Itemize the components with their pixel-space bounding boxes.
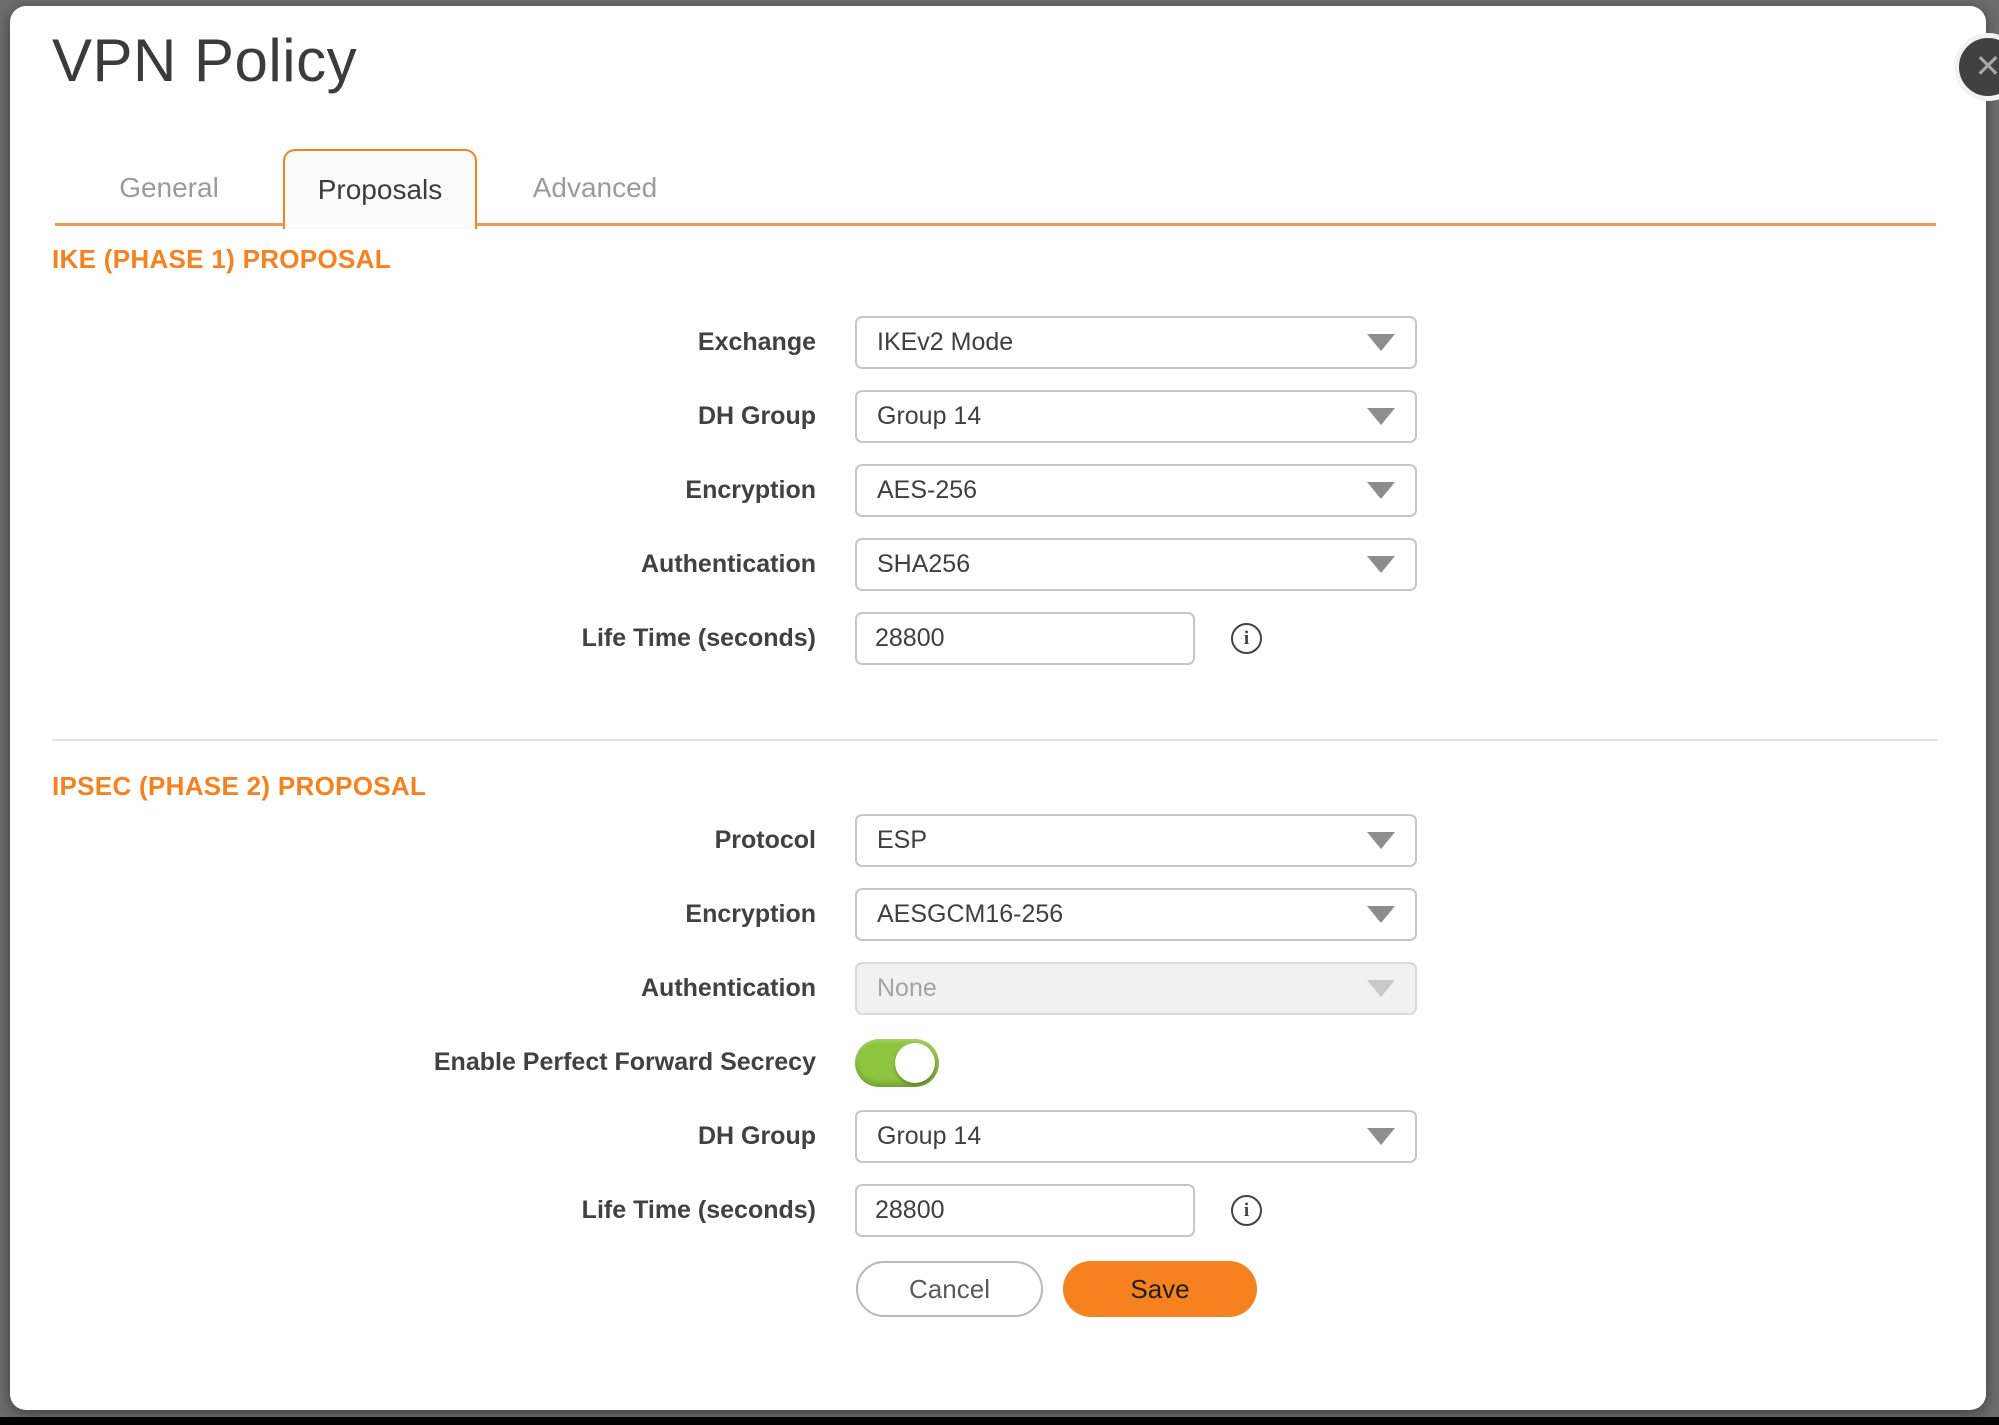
ipsec-encryption-select[interactable]: AESGCM16-256 (855, 888, 1417, 941)
close-icon: ✕ (1975, 50, 1999, 82)
authentication-select-value: SHA256 (877, 550, 1367, 579)
info-icon[interactable]: i (1231, 623, 1262, 654)
screen-backdrop: VPN Policy General Proposals Advanced IK… (0, 0, 1999, 1425)
ipsec-life-time-input[interactable] (855, 1184, 1195, 1237)
form-row-ipsec-dh-group: DH Group Group 14 (52, 1110, 1938, 1163)
section-heading-ipsec-phase2: IPSEC (PHASE 2) PROPOSAL (52, 771, 1938, 802)
chevron-down-icon (1367, 980, 1395, 997)
ipsec-life-time-label: Life Time (seconds) (52, 1196, 816, 1225)
tab-general[interactable]: General (55, 149, 283, 226)
dh-group-label: DH Group (52, 402, 816, 431)
dialog-title: VPN Policy (52, 26, 357, 95)
cancel-button[interactable]: Cancel (856, 1261, 1043, 1317)
protocol-select[interactable]: ESP (855, 814, 1417, 867)
dh-group-select[interactable]: Group 14 (855, 390, 1417, 443)
vpn-policy-dialog: VPN Policy General Proposals Advanced IK… (10, 6, 1986, 1410)
tab-proposals-label: Proposals (318, 174, 443, 206)
section-divider (52, 739, 1938, 741)
authentication-label: Authentication (52, 550, 816, 579)
chevron-down-icon (1367, 906, 1395, 923)
tab-advanced[interactable]: Advanced (477, 149, 713, 226)
form-row-pfs: Enable Perfect Forward Secrecy (52, 1036, 1938, 1089)
authentication-select[interactable]: SHA256 (855, 538, 1417, 591)
tab-proposals[interactable]: Proposals (283, 149, 477, 229)
protocol-label: Protocol (52, 826, 816, 855)
dh-group-select-value: Group 14 (877, 402, 1367, 431)
save-button[interactable]: Save (1063, 1261, 1257, 1317)
chevron-down-icon (1367, 832, 1395, 849)
chevron-down-icon (1367, 1128, 1395, 1145)
form-row-protocol: Protocol ESP (52, 814, 1938, 867)
ipsec-dh-group-select-value: Group 14 (877, 1122, 1367, 1151)
tab-advanced-label: Advanced (533, 172, 658, 204)
ipsec-dh-group-select[interactable]: Group 14 (855, 1110, 1417, 1163)
chevron-down-icon (1367, 408, 1395, 425)
ipsec-authentication-select: None (855, 962, 1417, 1015)
exchange-select[interactable]: IKEv2 Mode (855, 316, 1417, 369)
ipsec-authentication-select-value: None (877, 974, 1367, 1003)
life-time-input[interactable] (855, 612, 1195, 665)
encryption-label: Encryption (52, 476, 816, 505)
ipsec-encryption-select-value: AESGCM16-256 (877, 900, 1367, 929)
form-row-ipsec-life-time: Life Time (seconds) i (52, 1184, 1938, 1237)
form-row-dh-group: DH Group Group 14 (52, 390, 1938, 443)
encryption-select[interactable]: AES-256 (855, 464, 1417, 517)
tab-general-label: General (119, 172, 219, 204)
exchange-label: Exchange (52, 328, 816, 357)
ipsec-dh-group-label: DH Group (52, 1122, 816, 1151)
section-heading-ike-phase1: IKE (PHASE 1) PROPOSAL (52, 244, 1938, 275)
form-row-ipsec-authentication: Authentication None (52, 962, 1938, 1015)
form-row-life-time: Life Time (seconds) i (52, 612, 1938, 665)
tab-bar: General Proposals Advanced (55, 149, 1936, 226)
info-icon[interactable]: i (1231, 1195, 1262, 1226)
life-time-label: Life Time (seconds) (52, 624, 816, 653)
toggle-knob (895, 1043, 935, 1083)
form-row-encryption: Encryption AES-256 (52, 464, 1938, 517)
ipsec-encryption-label: Encryption (52, 900, 816, 929)
encryption-select-value: AES-256 (877, 476, 1367, 505)
chevron-down-icon (1367, 482, 1395, 499)
form-row-exchange: Exchange IKEv2 Mode (52, 316, 1938, 369)
ipsec-authentication-label: Authentication (52, 974, 816, 1003)
chevron-down-icon (1367, 556, 1395, 573)
chevron-down-icon (1367, 334, 1395, 351)
protocol-select-value: ESP (877, 826, 1367, 855)
pfs-label: Enable Perfect Forward Secrecy (52, 1048, 816, 1077)
dialog-footer: Cancel Save (856, 1261, 1938, 1317)
pfs-toggle[interactable] (855, 1039, 939, 1087)
form-row-authentication: Authentication SHA256 (52, 538, 1938, 591)
exchange-select-value: IKEv2 Mode (877, 328, 1367, 357)
proposals-tab-content: IKE (PHASE 1) PROPOSAL Exchange IKEv2 Mo… (52, 226, 1938, 1317)
form-row-ipsec-encryption: Encryption AESGCM16-256 (52, 888, 1938, 941)
